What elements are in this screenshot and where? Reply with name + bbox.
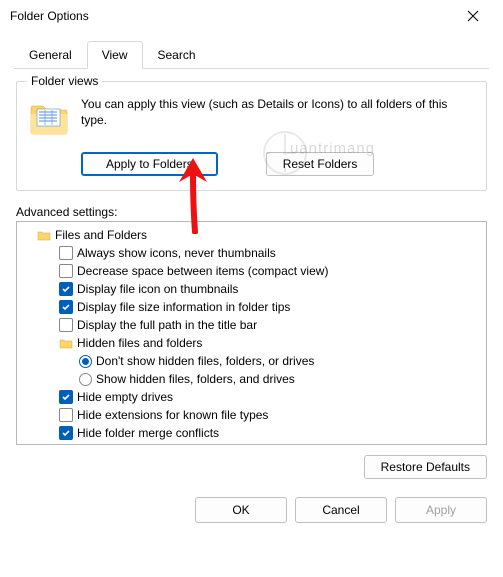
tree-item[interactable]: Hide folder merge conflicts: [17, 424, 486, 442]
tree-item[interactable]: Always show icons, never thumbnails: [17, 244, 486, 262]
tree-item-label: Don't show hidden files, folders, or dri…: [96, 352, 314, 370]
checkbox-icon[interactable]: [59, 408, 73, 422]
checkbox-icon[interactable]: [59, 282, 73, 296]
restore-defaults-button[interactable]: Restore Defaults: [364, 455, 487, 479]
tree-item-label: Display the full path in the title bar: [77, 316, 257, 334]
tree-group-label: Hidden files and folders: [77, 334, 202, 352]
tree-item-label: Hide extensions for known file types: [77, 406, 268, 424]
tree-item[interactable]: Hide extensions for known file types: [17, 406, 486, 424]
tab-search[interactable]: Search: [143, 41, 211, 69]
tree-item-label: Hide empty drives: [77, 388, 173, 406]
dialog-footer: OK Cancel Apply: [0, 479, 503, 531]
tree-item[interactable]: Display file size information in folder …: [17, 298, 486, 316]
checkbox-icon[interactable]: [59, 390, 73, 404]
window-title: Folder Options: [10, 9, 89, 23]
folder-views-legend: Folder views: [27, 74, 102, 88]
tree-item[interactable]: Show hidden files, folders, and drives: [17, 370, 486, 388]
folder-icon: [59, 337, 73, 349]
cancel-button[interactable]: Cancel: [295, 497, 387, 523]
tree-item-label: Show hidden files, folders, and drives: [96, 370, 295, 388]
ok-button[interactable]: OK: [195, 497, 287, 523]
close-button[interactable]: [453, 2, 493, 30]
checkbox-icon[interactable]: [59, 246, 73, 260]
radio-icon[interactable]: [79, 373, 92, 386]
close-icon: [467, 10, 479, 22]
advanced-settings-tree[interactable]: Files and Folders Always show icons, nev…: [16, 221, 487, 445]
tree-item[interactable]: Don't show hidden files, folders, or dri…: [17, 352, 486, 370]
tab-view[interactable]: View: [87, 41, 143, 69]
view-pane: Folder views You can apply this view (su…: [0, 69, 503, 445]
tree-item-label: Display file size information in folder …: [77, 298, 290, 316]
advanced-settings-label: Advanced settings:: [16, 205, 487, 219]
folder-icon: [37, 229, 51, 241]
tree-item[interactable]: Display the full path in the title bar: [17, 316, 486, 334]
tree-item-label: Always show icons, never thumbnails: [77, 244, 276, 262]
checkbox-icon[interactable]: [59, 318, 73, 332]
apply-to-folders-button[interactable]: Apply to Folders: [81, 152, 218, 176]
tree-group-label: Files and Folders: [55, 226, 147, 244]
tree-item[interactable]: Display file icon on thumbnails: [17, 280, 486, 298]
tree-item-label: Display file icon on thumbnails: [77, 280, 238, 298]
checkbox-icon[interactable]: [59, 426, 73, 440]
tree-group-files-folders: Files and Folders: [17, 226, 486, 244]
radio-icon[interactable]: [79, 355, 92, 368]
checkbox-icon[interactable]: [59, 300, 73, 314]
folder-views-group: Folder views You can apply this view (su…: [16, 81, 487, 191]
tree-item-label: Decrease space between items (compact vi…: [77, 262, 328, 280]
reset-folders-button[interactable]: Reset Folders: [266, 152, 375, 176]
titlebar: Folder Options: [0, 0, 503, 32]
folder-views-icon: [29, 100, 69, 136]
tab-strip: General View Search: [14, 40, 489, 69]
tab-general[interactable]: General: [14, 41, 87, 69]
tree-item[interactable]: Hide empty drives: [17, 388, 486, 406]
checkbox-icon[interactable]: [59, 264, 73, 278]
tree-item-label: Hide folder merge conflicts: [77, 424, 219, 442]
apply-button[interactable]: Apply: [395, 497, 487, 523]
tree-item[interactable]: Decrease space between items (compact vi…: [17, 262, 486, 280]
tree-group-hidden-files: Hidden files and folders: [17, 334, 486, 352]
folder-views-description: You can apply this view (such as Details…: [81, 96, 474, 128]
